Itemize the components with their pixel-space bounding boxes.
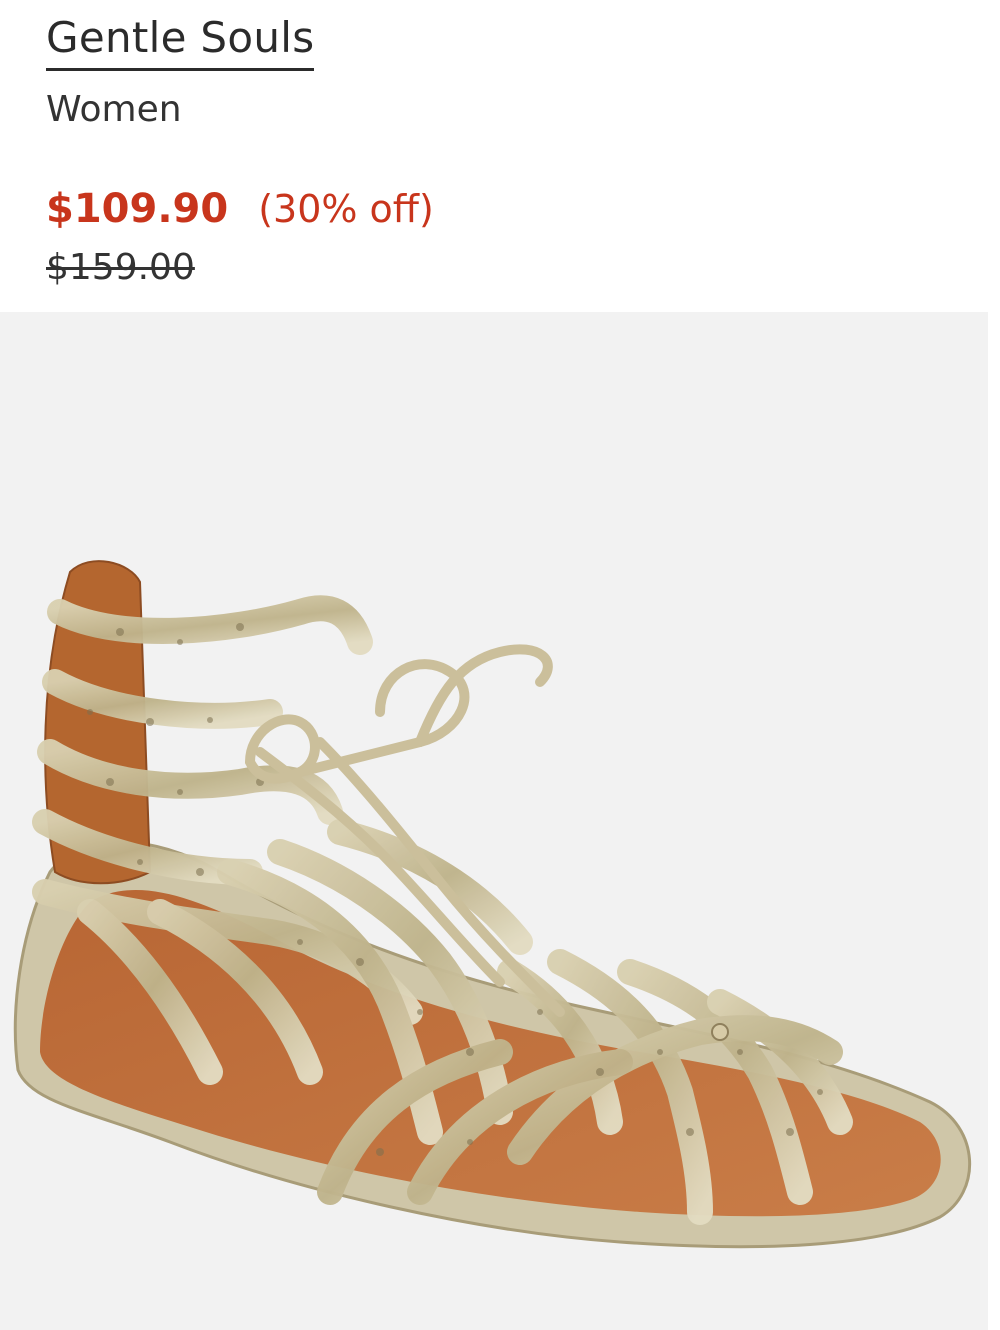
original-price: $159.00 [46,247,195,288]
sale-price: $109.90 [46,186,229,232]
sandal-image-icon [13,560,971,1249]
product-image[interactable] [0,312,988,1330]
brand-link[interactable]: Gentle Souls [46,10,315,71]
discount-percent: (30% off) [258,187,434,231]
product-category: Women [46,89,182,130]
price-row: $109.90 (30% off) [46,182,434,236]
